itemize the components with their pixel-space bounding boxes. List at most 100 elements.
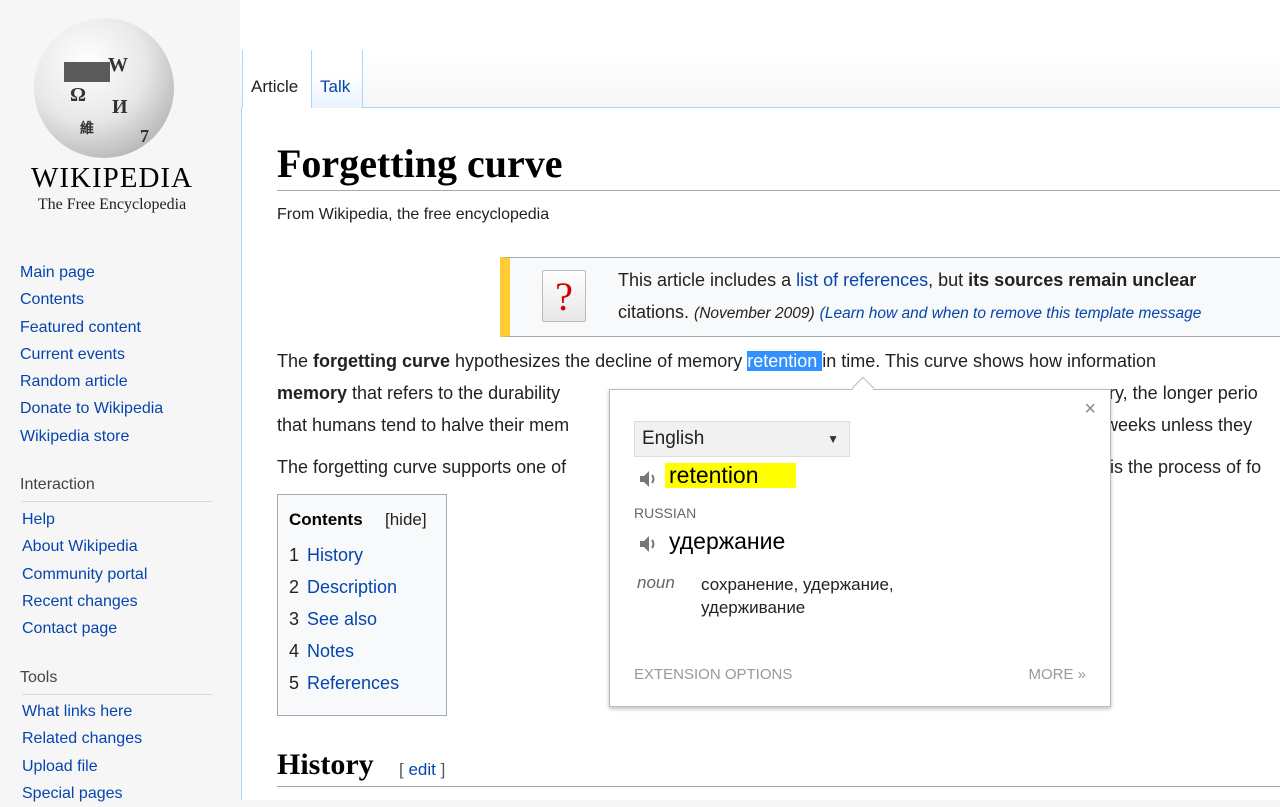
- edit-section-link[interactable]: edit: [408, 760, 435, 779]
- extension-options-link[interactable]: EXTENSION OPTIONS: [634, 666, 792, 683]
- more-link[interactable]: MORE »: [1028, 666, 1086, 683]
- bold-term: memory: [277, 383, 348, 403]
- toc-title: Contents: [289, 510, 363, 529]
- alternate-translations: сохранение, удержание, удерживание: [701, 575, 894, 617]
- globe-glyph: 7: [140, 126, 149, 146]
- selected-word[interactable]: retention: [747, 351, 823, 371]
- tab-talk[interactable]: Talk: [311, 50, 363, 108]
- toc-item-notes[interactable]: 4 Notes: [289, 641, 354, 662]
- globe-glyph: 維: [80, 122, 94, 137]
- wikipedia-tagline: The Free Encyclopedia: [37, 196, 187, 213]
- sidebar-item-contents[interactable]: Contents: [20, 286, 163, 313]
- wikipedia-wordmark: WIKIPEDIA: [30, 162, 193, 194]
- maintenance-notice: ? This article includes a list of refere…: [500, 257, 1280, 337]
- speaker-icon[interactable]: [638, 469, 660, 489]
- sidebar-item-about[interactable]: About Wikipedia: [22, 533, 147, 560]
- source-language-select[interactable]: English ▼: [634, 421, 850, 457]
- text: is the process of fo: [1110, 457, 1262, 477]
- section-edit: [ edit ]: [399, 760, 445, 780]
- globe-glyph: W: [108, 54, 128, 76]
- interaction-heading: Interaction: [20, 476, 95, 493]
- toc-label: Notes: [307, 641, 355, 661]
- text: hypothesizes the decline of memory: [450, 351, 748, 371]
- learn-how-link[interactable]: (Learn how and when to remove this templ…: [820, 305, 1202, 322]
- caret-down-icon: ▼: [827, 432, 839, 446]
- translate-popup: × English ▼ retention RUSSIAN удержание …: [609, 389, 1111, 707]
- notice-text: This article includes a list of referenc…: [618, 270, 1196, 291]
- sidebar-item-featured-content[interactable]: Featured content: [20, 314, 163, 341]
- sidebar-item-contact[interactable]: Contact page: [22, 615, 147, 642]
- toc-label: History: [307, 545, 364, 565]
- globe-icon: W Ω И 維 7: [34, 18, 174, 158]
- globe-glyph: И: [112, 96, 128, 118]
- part-of-speech: noun: [637, 573, 675, 592]
- toc-item-history[interactable]: 1 History: [289, 545, 363, 566]
- tab-article[interactable]: Article: [242, 50, 312, 108]
- paragraph-line: The forgetting curve hypothesizes the de…: [277, 351, 1156, 372]
- toc-number: 2: [289, 577, 300, 597]
- notice-bold-text: its sources remain unclear: [968, 270, 1197, 290]
- divider: [22, 694, 212, 695]
- toc-label: Description: [307, 577, 398, 597]
- close-icon[interactable]: ×: [1084, 398, 1096, 421]
- toc-number: 3: [289, 609, 300, 629]
- page-header: [240, 0, 1280, 108]
- sidebar-item-current-events[interactable]: Current events: [20, 341, 163, 368]
- sidebar-item-related-changes[interactable]: Related changes: [22, 725, 142, 752]
- bold-term: forgetting curve: [313, 351, 451, 371]
- toc-label: References: [307, 673, 400, 693]
- list-of-references-link[interactable]: list of references: [796, 270, 928, 290]
- tools-portal: What links here Related changes Upload f…: [22, 698, 142, 807]
- notice-text-part: , but: [928, 270, 969, 290]
- text: that humans tend to halve their mem: [277, 415, 570, 435]
- toc-number: 5: [289, 673, 300, 693]
- divider: [277, 190, 1280, 191]
- toc-label: See also: [307, 609, 378, 629]
- sidebar-item-recent-changes[interactable]: Recent changes: [22, 588, 147, 615]
- text: The: [277, 351, 314, 371]
- selected-language: English: [642, 428, 705, 449]
- target-language-label: RUSSIAN: [634, 505, 697, 521]
- sidebar-item-main-page[interactable]: Main page: [20, 259, 163, 286]
- notice-text: citations. (November 2009) (Learn how an…: [618, 302, 1201, 323]
- notice-text-part: citations.: [618, 302, 695, 322]
- speaker-icon[interactable]: [638, 534, 660, 554]
- text: that refers to the durability: [347, 383, 561, 403]
- sidebar-item-donate[interactable]: Donate to Wikipedia: [20, 395, 163, 422]
- toc-number: 1: [289, 545, 300, 565]
- navigation-portal: Main page Contents Featured content Curr…: [20, 259, 163, 450]
- source-word: retention: [665, 463, 796, 488]
- paragraph-line: memory that refers to the durability ory,…: [277, 383, 1258, 404]
- paragraph-line: The forgetting curve supports one of is t…: [277, 457, 1261, 478]
- section-heading-history: History: [277, 748, 374, 781]
- bracket: ]: [435, 760, 446, 779]
- sidebar: W Ω И 維 7 WIKIPEDIA The Free Encyclopedi…: [0, 0, 240, 802]
- wikipedia-logo[interactable]: W Ω И 維 7 WIKIPEDIA The Free Encyclopedi…: [18, 14, 208, 224]
- divider: [22, 501, 212, 502]
- notice-date: (November 2009): [694, 305, 815, 322]
- sidebar-item-special-pages[interactable]: Special pages: [22, 780, 142, 807]
- sidebar-item-what-links-here[interactable]: What links here: [22, 698, 142, 725]
- question-document-icon: ?: [542, 270, 586, 322]
- sidebar-item-store[interactable]: Wikipedia store: [20, 423, 163, 450]
- text: The forgetting curve supports one of: [277, 457, 567, 477]
- interaction-portal: Help About Wikipedia Community portal Re…: [22, 506, 147, 642]
- toc-hide-toggle[interactable]: [hide]: [385, 510, 427, 530]
- text: ory, the longer perio: [1099, 383, 1258, 403]
- sidebar-item-upload-file[interactable]: Upload file: [22, 753, 142, 780]
- page-title: Forgetting curve: [277, 141, 563, 186]
- translated-word: удержание: [669, 528, 786, 554]
- site-subtitle: From Wikipedia, the free encyclopedia: [277, 206, 550, 223]
- divider: [277, 786, 1280, 787]
- globe-glyph: Ω: [70, 84, 87, 106]
- toc-item-references[interactable]: 5 References: [289, 673, 399, 694]
- toc-item-see-also[interactable]: 3 See also: [289, 609, 377, 630]
- sidebar-item-random-article[interactable]: Random article: [20, 368, 163, 395]
- table-of-contents: Contents [hide] 1 History 2 Description 3S…: [277, 494, 447, 716]
- toc-item-description[interactable]: 2 Description: [289, 577, 397, 598]
- sidebar-item-community-portal[interactable]: Community portal: [22, 561, 147, 588]
- paragraph-line: that humans tend to halve their mem weeks…: [277, 415, 1252, 436]
- notice-text-part: This article includes a: [618, 270, 797, 290]
- text: in time. This curve shows how informatio…: [822, 351, 1157, 371]
- sidebar-item-help[interactable]: Help: [22, 506, 147, 533]
